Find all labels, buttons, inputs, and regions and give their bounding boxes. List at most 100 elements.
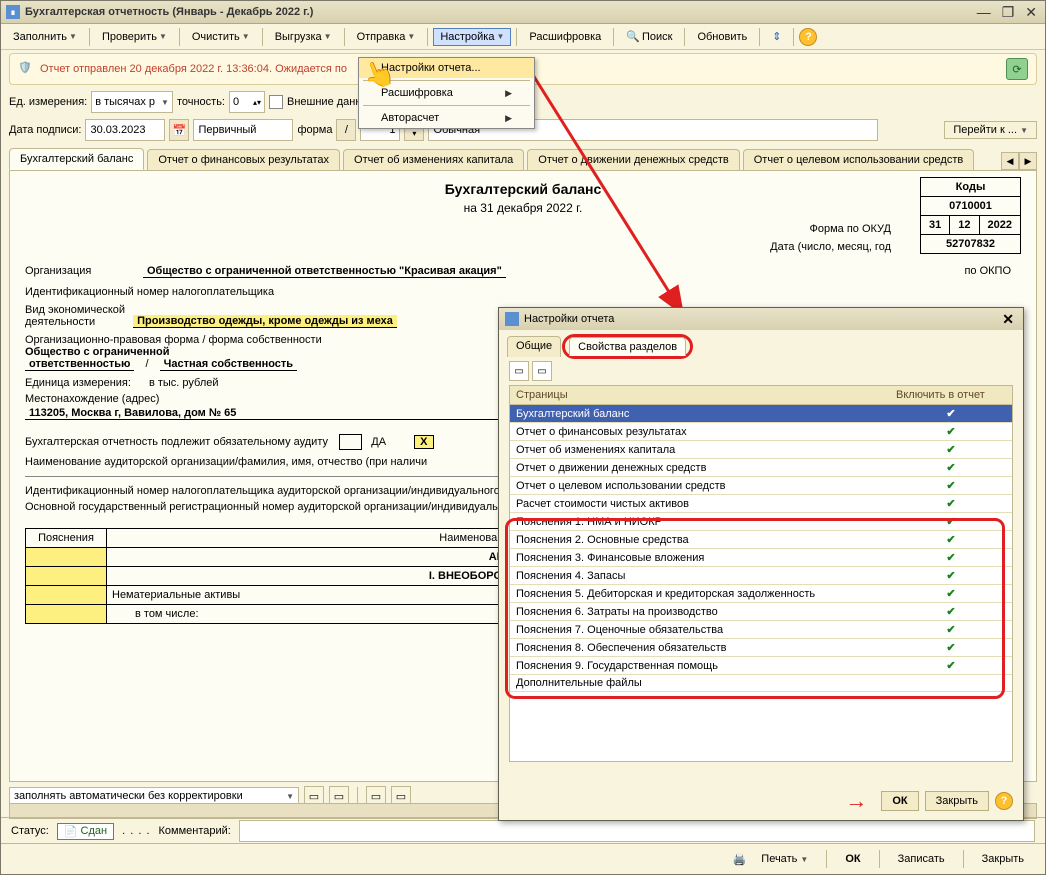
include-check[interactable]: ✔ xyxy=(890,603,1012,621)
grid-row[interactable]: Пояснения 9. Государственная помощь xyxy=(510,657,890,675)
help-button[interactable]: ? xyxy=(799,28,817,46)
precision-input[interactable]: 0▴▾ xyxy=(229,91,265,113)
include-check[interactable]: ✔ xyxy=(890,657,1012,675)
grid-row[interactable]: Отчет о движении денежных средств xyxy=(510,459,890,477)
legal-form-1: Общество с ограниченной xyxy=(25,346,170,358)
grid-row[interactable]: Расчет стоимости чистых активов xyxy=(510,495,890,513)
code-year: 2022 xyxy=(979,216,1020,235)
report-subtitle: на 31 декабря 2022 г. xyxy=(25,201,1021,215)
audit-clear-button[interactable]: X xyxy=(414,435,433,449)
grid-row[interactable]: Бухгалтерский баланс xyxy=(510,405,890,423)
bottom-bar: 🖨️ Печать ▼ ОК Записать Закрыть xyxy=(1,843,1045,874)
tabs-scroll-left[interactable]: ◀ xyxy=(1001,152,1019,170)
include-check[interactable] xyxy=(890,675,1012,692)
close-main-button[interactable]: Закрыть xyxy=(971,849,1035,869)
grid-row[interactable]: Пояснения 1. НМА и НИОКР xyxy=(510,513,890,531)
okpo-value: 52707832 xyxy=(921,235,1021,254)
grid-row[interactable]: Пояснения 7. Оценочные обязательства xyxy=(510,621,890,639)
maximize-button[interactable]: ❐ xyxy=(999,4,1018,21)
grid-row[interactable]: Дополнительные файлы xyxy=(510,675,890,692)
grid-row[interactable]: Пояснения 6. Затраты на производство xyxy=(510,603,890,621)
tab-capital-changes[interactable]: Отчет об изменениях капитала xyxy=(343,149,524,170)
include-check[interactable]: ✔ xyxy=(890,585,1012,603)
window-title: Бухгалтерская отчетность (Январь - Декаб… xyxy=(25,6,313,18)
include-check[interactable]: ✔ xyxy=(890,441,1012,459)
include-check[interactable]: ✔ xyxy=(890,549,1012,567)
status-more[interactable]: . . . . xyxy=(122,825,150,837)
activity-label-1: Вид экономической xyxy=(25,304,125,316)
settings-button[interactable]: Настройка▼ xyxy=(433,28,511,46)
minimize-button[interactable]: — xyxy=(974,4,994,21)
send-button[interactable]: Отправка▼ xyxy=(350,28,423,46)
dialog-close-button[interactable]: ✕ xyxy=(999,311,1017,328)
grid-row[interactable]: Пояснения 4. Запасы xyxy=(510,567,890,585)
sort-button[interactable]: ⇕ xyxy=(765,27,788,46)
report-settings-dialog: Настройки отчета ✕ Общие Свойства раздел… xyxy=(498,307,1024,821)
grid-row[interactable]: Отчет об изменениях капитала xyxy=(510,441,890,459)
include-check[interactable]: ✔ xyxy=(890,639,1012,657)
dialog-close-button-2[interactable]: Закрыть xyxy=(925,791,989,811)
save-button[interactable]: Записать xyxy=(887,849,956,869)
goto-button[interactable]: Перейти к ... ▼ xyxy=(944,121,1037,139)
include-check[interactable]: ✔ xyxy=(890,405,1012,423)
search-button[interactable]: 🔍Поиск xyxy=(619,27,679,46)
report-title: Бухгалтерский баланс xyxy=(25,181,1021,197)
activity-value[interactable]: Производство одежды, кроме одежды из мех… xyxy=(133,315,397,328)
grid-row[interactable]: Пояснения 5. Дебиторская и кредиторская … xyxy=(510,585,890,603)
dialog-tab-general[interactable]: Общие xyxy=(507,336,561,357)
check-button[interactable]: Проверить▼ xyxy=(95,28,174,46)
include-check[interactable]: ✔ xyxy=(890,621,1012,639)
inn-label: Идентификационный номер налогоплательщик… xyxy=(25,286,1021,298)
tab-target-use[interactable]: Отчет о целевом использовании средств xyxy=(743,149,974,170)
include-check[interactable]: ✔ xyxy=(890,423,1012,441)
include-check[interactable]: ✔ xyxy=(890,477,1012,495)
menu-autocalc[interactable]: Авторасчет▶ xyxy=(359,108,534,128)
form-decr[interactable]: / xyxy=(336,119,356,141)
refresh-button[interactable]: Обновить xyxy=(690,28,754,46)
external-data-checkbox[interactable] xyxy=(269,95,283,109)
grid-row[interactable]: Пояснения 3. Финансовые вложения xyxy=(510,549,890,567)
dialog-help-button[interactable]: ? xyxy=(995,792,1013,810)
dialog-tb-btn-2[interactable]: ▭ xyxy=(532,361,552,381)
tab-cash-flow[interactable]: Отчет о движении денежных средств xyxy=(527,149,739,170)
tab-fin-results[interactable]: Отчет о финансовых результатах xyxy=(147,149,340,170)
precision-label: точность: xyxy=(177,96,225,108)
dialog-title: Настройки отчета xyxy=(524,313,614,325)
close-button[interactable]: ✕ xyxy=(1022,4,1040,21)
sign-date-input[interactable]: 30.03.2023 xyxy=(85,119,165,141)
calendar-button[interactable]: 📅 xyxy=(169,119,189,141)
grid-row[interactable]: Отчет о финансовых результатах xyxy=(510,423,890,441)
refresh-status-button[interactable]: ⟳ xyxy=(1006,58,1028,80)
audit-label: Бухгалтерская отчетность подлежит обязат… xyxy=(25,436,328,448)
decrypt-button[interactable]: Расшифровка xyxy=(522,28,608,46)
include-check[interactable]: ✔ xyxy=(890,459,1012,477)
include-check[interactable]: ✔ xyxy=(890,567,1012,585)
upload-button[interactable]: Выгрузка▼ xyxy=(268,28,339,46)
dialog-tb-btn-1[interactable]: ▭ xyxy=(509,361,529,381)
org-value[interactable]: Общество с ограниченной ответственностью… xyxy=(143,265,506,278)
grid-row[interactable]: Пояснения 2. Основные средства xyxy=(510,531,890,549)
type-select[interactable]: Первичный xyxy=(193,119,293,141)
grid-row[interactable]: Пояснения 8. Обеспечения обязательств xyxy=(510,639,890,657)
dialog-ok-button[interactable]: ОК xyxy=(881,791,918,811)
tabs-scroll-right[interactable]: ▶ xyxy=(1019,152,1037,170)
dialog-tab-sections[interactable]: Свойства разделов xyxy=(569,337,686,356)
grid-col-include: Включить в отчет xyxy=(890,386,1012,405)
activity-label-2: деятельности xyxy=(25,316,125,328)
tab-balance[interactable]: Бухгалтерский баланс xyxy=(9,148,144,170)
units-select[interactable]: в тысячах р▼ xyxy=(91,91,173,113)
fill-button[interactable]: Заполнить▼ xyxy=(6,28,84,46)
grid-row[interactable]: Отчет о целевом использовании средств xyxy=(510,477,890,495)
ok-button[interactable]: ОК xyxy=(834,849,871,869)
include-check[interactable]: ✔ xyxy=(890,531,1012,549)
sections-grid[interactable]: Страницы Включить в отчет Бухгалтерский … xyxy=(509,385,1013,762)
print-icon: 🖨️ xyxy=(733,853,747,866)
dialog-icon xyxy=(505,312,519,326)
okud-value: 0710001 xyxy=(921,197,1021,216)
include-check[interactable]: ✔ xyxy=(890,513,1012,531)
comment-input[interactable] xyxy=(239,820,1035,842)
clear-button[interactable]: Очистить▼ xyxy=(185,28,257,46)
print-button[interactable]: Печать ▼ xyxy=(750,849,819,869)
status-value[interactable]: 📄 Сдан xyxy=(57,823,114,840)
include-check[interactable]: ✔ xyxy=(890,495,1012,513)
